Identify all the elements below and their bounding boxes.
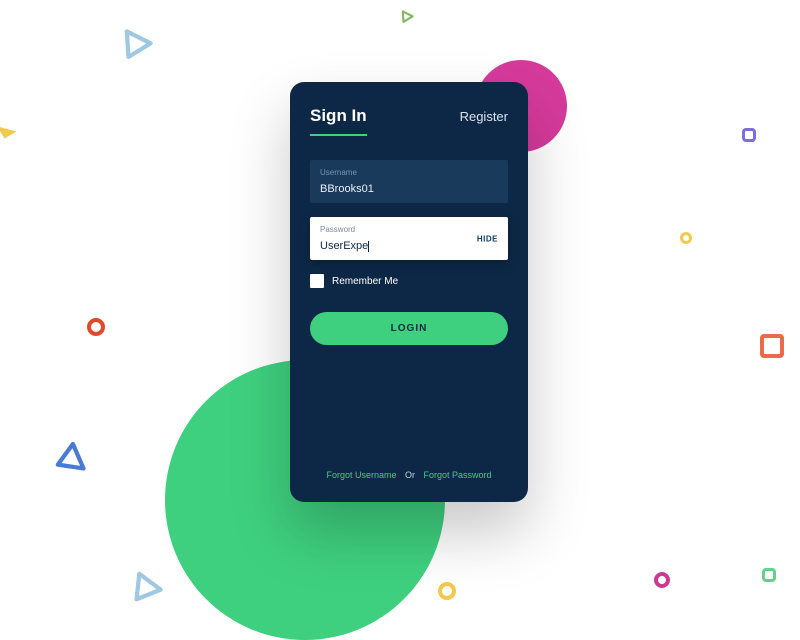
bg-square-icon — [762, 568, 776, 582]
username-label: Username — [320, 168, 498, 177]
bg-ring-icon — [680, 232, 692, 244]
bg-triangle-icon — [120, 28, 154, 62]
bg-ring-icon — [87, 318, 105, 336]
tab-signin[interactable]: Sign In — [310, 106, 367, 136]
bg-triangle-icon — [48, 437, 96, 485]
bg-ring-icon — [438, 582, 456, 600]
username-field[interactable]: Username — [310, 160, 508, 203]
bg-ring-icon — [654, 572, 670, 588]
bg-triangle-icon — [0, 119, 17, 138]
forgot-row: Forgot Username Or Forgot Password — [290, 470, 528, 480]
bg-triangle-icon — [400, 10, 414, 24]
remember-me-checkbox[interactable]: Remember Me — [310, 274, 508, 288]
bg-triangle-icon — [127, 569, 166, 608]
forgot-username-link[interactable]: Forgot Username — [326, 470, 396, 480]
bg-square-icon — [760, 334, 784, 358]
username-input[interactable] — [320, 183, 498, 195]
or-text: Or — [405, 470, 415, 480]
tab-register[interactable]: Register — [460, 109, 508, 124]
login-button[interactable]: LOGIN — [310, 312, 508, 345]
password-input[interactable]: UserExpe — [320, 240, 369, 252]
bg-square-icon — [742, 128, 756, 142]
signin-card: Sign In Register Username Password UserE… — [290, 82, 528, 502]
password-label: Password — [320, 225, 498, 234]
remember-me-label: Remember Me — [332, 276, 398, 287]
auth-tabs: Sign In Register — [310, 106, 508, 136]
checkbox-icon — [310, 274, 324, 288]
password-field[interactable]: Password UserExpe HIDE — [310, 217, 508, 260]
password-visibility-toggle[interactable]: HIDE — [477, 234, 498, 243]
forgot-password-link[interactable]: Forgot Password — [424, 470, 492, 480]
